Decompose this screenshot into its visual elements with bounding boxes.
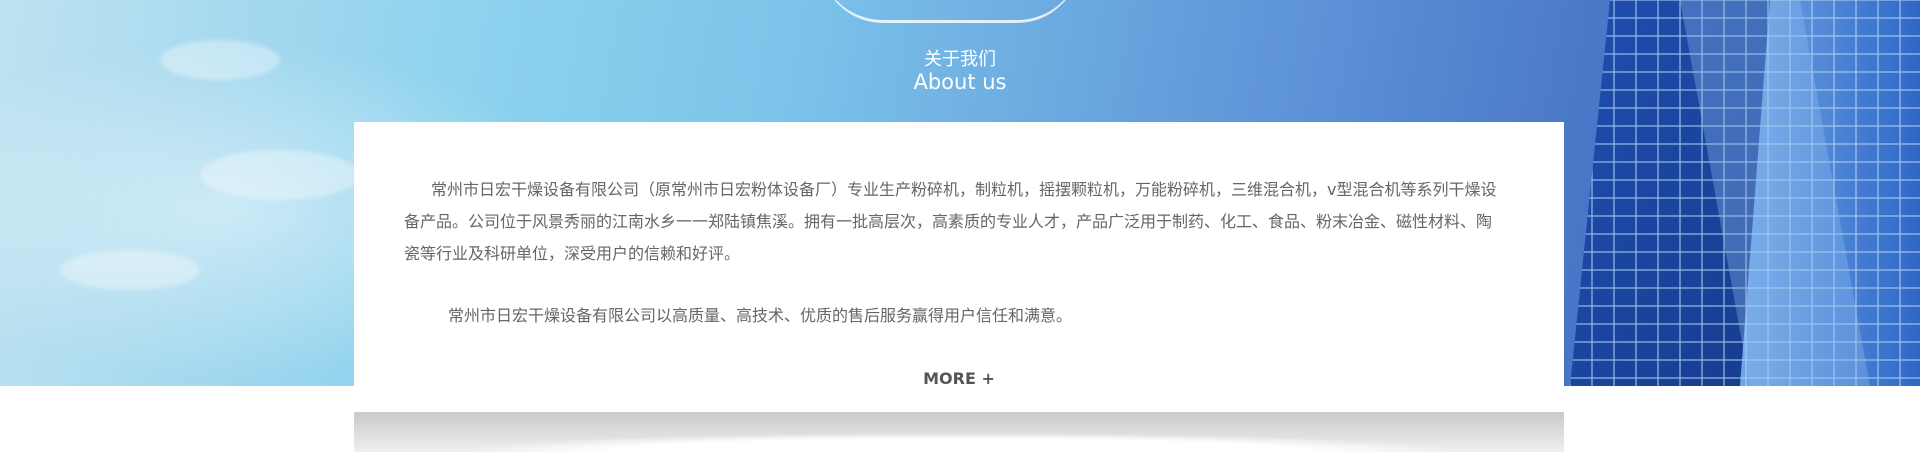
cloud-shape [60, 250, 200, 290]
about-paragraph-2: 常州市日宏干燥设备有限公司以高质量、高技术、优质的售后服务赢得用户信任和满意。 [448, 306, 1073, 325]
cloud-shape [200, 150, 360, 200]
about-paragraph-1: 常州市日宏干燥设备有限公司（原常州市日宏粉体设备厂）专业生产粉碎机，制粒机，摇摆… [404, 180, 1497, 263]
decorative-swoosh [820, 0, 1080, 23]
more-button[interactable]: MORE + [354, 369, 1564, 388]
section-title-cn: 关于我们 [924, 49, 996, 70]
section-title-en: About us [913, 70, 1007, 94]
about-card: 常州市日宏干燥设备有限公司（原常州市日宏粉体设备厂）专业生产粉碎机，制粒机，摇摆… [354, 122, 1564, 418]
card-shadow [354, 412, 1564, 452]
